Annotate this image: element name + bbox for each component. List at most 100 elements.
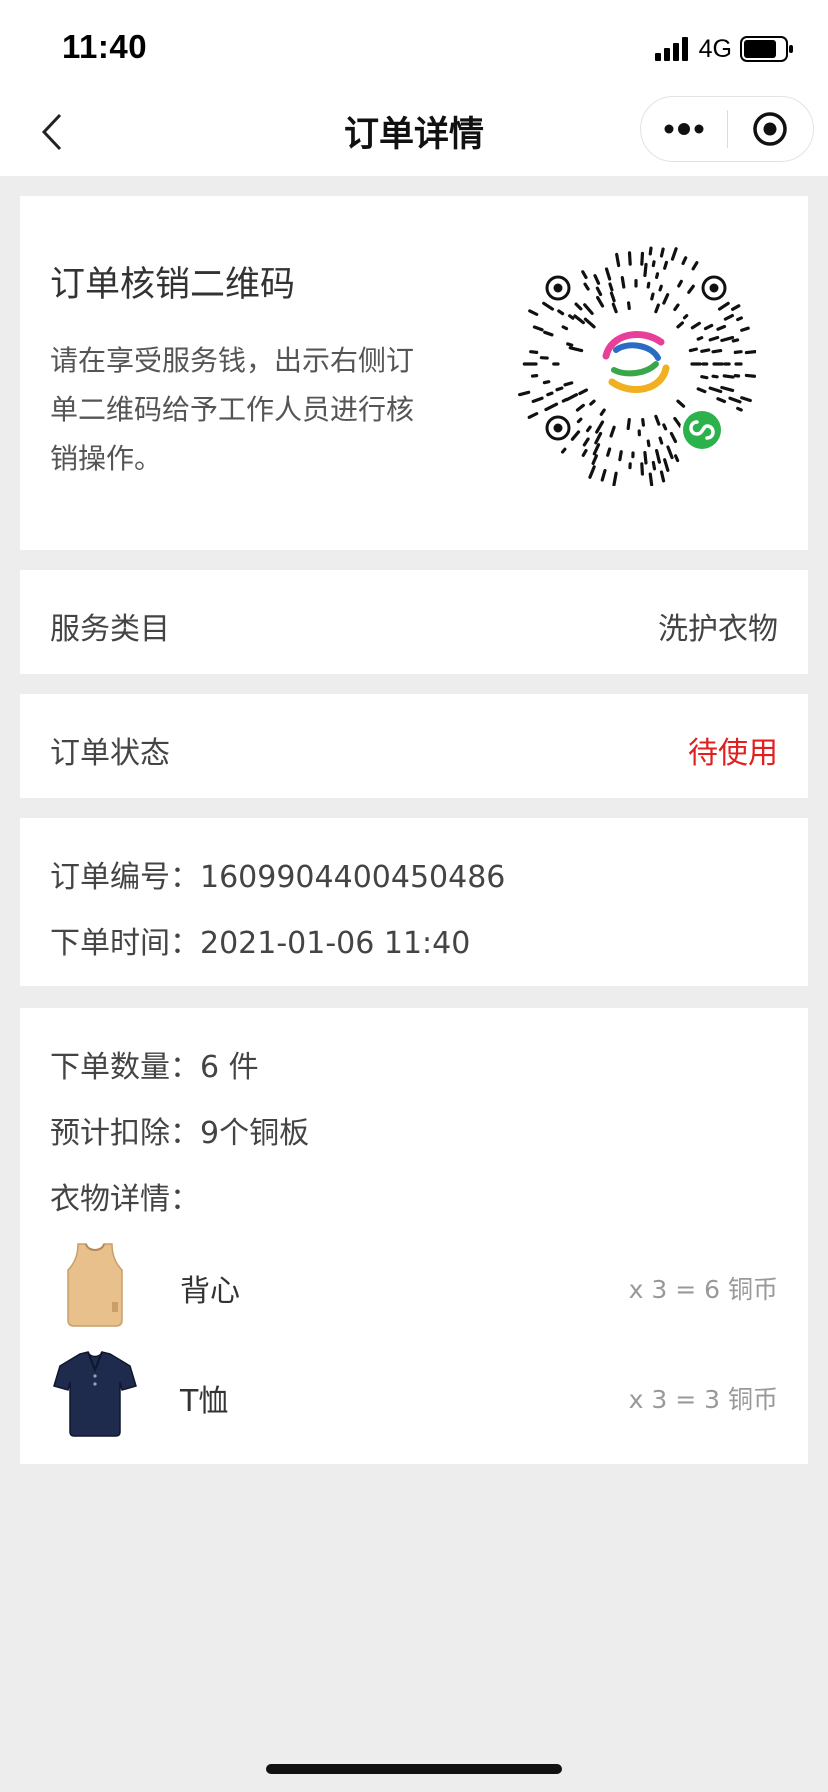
qr-code-mark — [583, 317, 596, 329]
qr-code-mark — [596, 295, 605, 308]
qr-code-mark — [744, 350, 756, 355]
qr-code-mark — [586, 425, 592, 433]
qr-code-mark — [626, 417, 631, 431]
qr-code-mark — [736, 316, 743, 322]
order-number-label: 订单编号： — [50, 860, 200, 895]
qr-code-mark — [658, 284, 663, 292]
qr-code-mark — [640, 251, 645, 266]
network-label: 4G — [698, 34, 732, 63]
qr-code-mark — [744, 373, 756, 378]
item-quantity: x 3 = 3 铜币 — [628, 1385, 778, 1414]
quantity-line: 下单数量：6 件 — [50, 1042, 259, 1086]
qr-code-mark — [728, 396, 742, 404]
qr-code-mark — [615, 252, 621, 268]
qr-code-mark — [674, 454, 680, 463]
qr-code-mark — [626, 301, 631, 311]
qr-code-mark — [543, 330, 554, 337]
qr-code-mark — [708, 386, 723, 394]
qr-code-mark — [595, 420, 605, 434]
service-category-row: 服务类目 洗护衣物 — [20, 570, 808, 674]
home-indicator[interactable] — [266, 1764, 562, 1774]
status-indicators: 4G — [654, 34, 794, 64]
qr-code-mark — [544, 402, 559, 412]
qr-code-mark — [669, 431, 678, 444]
qr-code-mark — [723, 313, 734, 321]
qr-code-mark — [666, 445, 674, 460]
qr-code-mark — [568, 314, 575, 320]
qr-code-mark — [655, 448, 661, 464]
qr-code-mark — [582, 437, 590, 447]
qr-code-mark — [557, 309, 565, 316]
list-item: T恤 x 3 = 3 铜币 — [50, 1348, 778, 1438]
qr-code-mark — [600, 468, 607, 482]
qr-code-mark — [542, 301, 555, 311]
qr-code-mark — [703, 323, 714, 331]
qr-code-mark — [708, 335, 720, 342]
status-time: 11:40 — [62, 28, 148, 65]
item-name: T恤 — [180, 1384, 229, 1419]
qr-code-mark — [581, 449, 588, 457]
qr-code-mark — [716, 324, 727, 331]
qr-code-mark — [604, 267, 612, 281]
qr-code-mark — [655, 272, 660, 280]
qr-code-mark — [606, 447, 612, 457]
more-button[interactable] — [641, 97, 727, 161]
qr-code-mark — [581, 270, 588, 279]
qr-code-mark — [673, 416, 683, 429]
service-category-label: 服务类目 — [50, 612, 170, 647]
qr-code-mark — [677, 279, 683, 288]
order-time-label: 下单时间： — [50, 926, 200, 961]
status-bar: 11:40 4G — [0, 0, 828, 88]
deduct-value: 9个铜板 — [200, 1116, 310, 1151]
quantity-value: 6 件 — [200, 1050, 259, 1085]
order-time-line: 下单时间：2021-01-06 11:40 — [50, 918, 470, 962]
qr-code-mark — [575, 403, 585, 412]
qr-code-mark — [690, 321, 701, 330]
qr-code-mark — [566, 342, 574, 347]
order-info-card: 订单编号：1609904400450486 下单时间：2021-01-06 11… — [20, 818, 808, 986]
qr-code-mark — [662, 423, 668, 431]
qr-code-mark — [740, 326, 750, 332]
qr-code-mark — [594, 431, 603, 445]
qr-code-mark — [527, 412, 539, 419]
qr-code-mark — [650, 292, 655, 301]
qr-code-mark — [673, 303, 680, 312]
qr-code-mark — [592, 443, 601, 456]
battery-icon — [740, 36, 793, 62]
close-program-button[interactable] — [728, 97, 814, 161]
mini-program-code-icon — [518, 246, 756, 486]
qr-code-mark — [717, 301, 730, 311]
tshirt-icon — [53, 1351, 137, 1437]
qr-code-mark — [731, 338, 740, 343]
qr-code-mark — [654, 414, 661, 426]
qr-code-mark — [528, 309, 539, 316]
qr-code-mark — [646, 281, 651, 289]
qr-code-mark — [696, 387, 707, 394]
qr-code-mark — [589, 399, 596, 406]
qr-code-mark — [648, 472, 654, 486]
service-category-value: 洗护衣物 — [658, 612, 778, 647]
qr-code-mark — [700, 348, 711, 353]
qr-code-mark — [676, 399, 686, 408]
order-status-value: 待使用 — [688, 736, 778, 771]
nav-bar: 订单详情 — [0, 88, 828, 176]
qr-code-mark — [691, 261, 699, 271]
qr-code-mark — [561, 397, 569, 403]
qr-code-mark — [578, 388, 589, 396]
qr-title: 订单核销二维码 — [50, 265, 296, 305]
vest-icon — [67, 1243, 123, 1327]
list-item: 背心 x 3 = 6 铜币 — [50, 1238, 778, 1328]
qr-code-mark — [583, 303, 594, 315]
qr-code-mark — [565, 393, 579, 402]
qr-code-mark — [648, 246, 653, 256]
qr-code-mark — [531, 396, 544, 404]
qr-code-mark — [611, 302, 618, 314]
qr-code-mark — [740, 396, 752, 403]
qr-code-mark — [555, 386, 564, 392]
qr-code-mark — [662, 293, 670, 305]
order-detail-card: 下单数量：6 件 预计扣除：9个铜板 衣物详情： 背心 x 3 = 6 铜币 T… — [20, 1008, 808, 1464]
order-status-label: 订单状态 — [50, 736, 170, 771]
qr-code-mark — [609, 291, 616, 303]
qr-code-mark — [722, 374, 735, 379]
qr-code-mark — [618, 450, 623, 462]
